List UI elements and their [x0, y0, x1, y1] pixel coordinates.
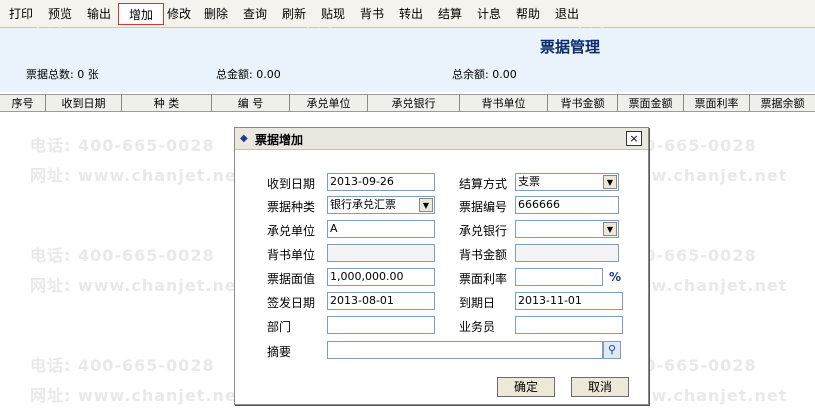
page-title: 票据管理: [540, 38, 601, 56]
dialog-titlebar[interactable]: ◆ 票据增加 ×: [235, 128, 648, 150]
col-endorser[interactable]: 背书单位: [460, 95, 548, 112]
watermark-site: 网址: www.chanjet.net: [30, 276, 246, 295]
toolbar: 打印 预览 输出 增加 修改 删除 查询 刷新 贴现 背书 转出 结算 计息 帮…: [0, 0, 815, 28]
acceptor-bank-select[interactable]: ▼: [515, 220, 619, 238]
endorser-label: 背书单位: [267, 248, 316, 262]
face-rate-field[interactable]: [515, 268, 603, 286]
col-type[interactable]: 种 类: [122, 95, 212, 112]
bill-type-value: 银行承兑汇票: [330, 198, 396, 211]
settle-method-select[interactable]: 支票 ▼: [515, 173, 619, 191]
watermark-site: 网址: www.chanjet.net: [30, 166, 246, 185]
col-seq[interactable]: 序号: [0, 95, 46, 112]
col-receive-date[interactable]: 收到日期: [46, 95, 122, 112]
discount-button[interactable]: 贴现: [316, 3, 350, 25]
export-button[interactable]: 输出: [80, 3, 118, 25]
acceptor-label: 承兑单位: [267, 224, 316, 238]
col-balance[interactable]: 票据余额: [750, 95, 815, 112]
watermark-phone: 电话: 400-665-0028: [30, 246, 215, 265]
summary-header: 票据管理 票据总数: 0 张 总金额: 0.00 总余额: 0.00: [0, 28, 815, 92]
watermark-site: 网址: www.chanjet.net: [30, 386, 246, 405]
bill-type-label: 票据种类: [267, 200, 316, 214]
col-endorse-amount[interactable]: 背书金额: [548, 95, 618, 112]
endorse-amount-label: 背书金额: [459, 248, 508, 262]
watermark-phone: 电话: 400-665-0028: [30, 356, 215, 375]
total-count: 票据总数: 0 张: [26, 68, 99, 81]
exit-button[interactable]: 退出: [550, 3, 584, 25]
issue-date-label: 签发日期: [267, 296, 316, 310]
col-face-rate[interactable]: 票面利率: [684, 95, 750, 112]
help-button[interactable]: 帮助: [511, 3, 545, 25]
refresh-button[interactable]: 刷新: [277, 3, 311, 25]
percent-icon: %: [609, 270, 622, 284]
col-acceptor-bank[interactable]: 承兑银行: [368, 95, 460, 112]
face-value-label: 票据面值: [267, 272, 316, 286]
memo-label: 摘要: [267, 345, 292, 359]
bill-no-label: 票据编号: [459, 200, 508, 214]
col-number[interactable]: 编 号: [212, 95, 290, 112]
due-date-label: 到期日: [459, 296, 496, 310]
endorse-amount-field[interactable]: [515, 244, 619, 262]
settle-method-label: 结算方式: [459, 177, 508, 191]
grid-header: 序号 收到日期 种 类 编 号 承兑单位 承兑银行 背书单位 背书金额 票面金额…: [0, 94, 815, 112]
endorse-button[interactable]: 背书: [355, 3, 389, 25]
chevron-down-icon[interactable]: ▼: [419, 198, 433, 212]
edit-button[interactable]: 修改: [162, 3, 196, 25]
clerk-label: 业务员: [459, 320, 496, 334]
delete-button[interactable]: 删除: [199, 3, 233, 25]
col-face-amount[interactable]: 票面金额: [618, 95, 684, 112]
close-icon: ×: [629, 132, 639, 145]
print-button[interactable]: 打印: [4, 3, 38, 25]
acceptor-bank-label: 承兑银行: [459, 224, 508, 238]
interest-button[interactable]: 计息: [472, 3, 506, 25]
dept-label: 部门: [267, 320, 292, 334]
clerk-field[interactable]: [515, 316, 623, 334]
receive-date-field[interactable]: 2013-09-26: [327, 173, 435, 191]
dept-field[interactable]: [327, 316, 435, 334]
face-rate-label: 票面利率: [459, 272, 508, 286]
add-button[interactable]: 增加: [118, 3, 164, 25]
query-button[interactable]: 查询: [238, 3, 272, 25]
search-icon[interactable]: ⚲: [603, 341, 621, 359]
bill-type-select[interactable]: 银行承兑汇票 ▼: [327, 196, 435, 214]
col-acceptor[interactable]: 承兑单位: [290, 95, 368, 112]
chevron-down-icon[interactable]: ▼: [603, 175, 617, 189]
preview-button[interactable]: 预览: [42, 3, 78, 25]
ok-button[interactable]: 确定: [497, 377, 555, 397]
receive-date-label: 收到日期: [267, 177, 316, 191]
total-balance: 总余额: 0.00: [452, 68, 517, 81]
total-amount: 总金额: 0.00: [216, 68, 281, 81]
settle-button[interactable]: 结算: [433, 3, 467, 25]
acceptor-field[interactable]: A: [327, 220, 435, 238]
due-date-field[interactable]: 2013-11-01: [515, 292, 623, 310]
memo-field[interactable]: [327, 341, 603, 359]
bill-add-dialog: ◆ 票据增加 × 收到日期 2013-09-26 结算方式 支票 ▼ 票据种类 …: [234, 127, 649, 405]
transfer-out-button[interactable]: 转出: [394, 3, 428, 25]
settle-method-value: 支票: [518, 175, 540, 188]
issue-date-field[interactable]: 2013-08-01: [327, 292, 435, 310]
endorser-field[interactable]: [327, 244, 435, 262]
chevron-down-icon[interactable]: ▼: [603, 222, 617, 236]
cancel-button[interactable]: 取消: [571, 377, 629, 397]
bill-no-field[interactable]: 666666: [515, 196, 619, 214]
watermark-phone: 电话: 400-665-0028: [30, 136, 215, 155]
app-icon: ◆: [240, 133, 248, 144]
face-value-field[interactable]: 1,000,000.00: [327, 268, 435, 286]
dialog-title: 票据增加: [255, 133, 304, 147]
close-button[interactable]: ×: [626, 131, 642, 146]
